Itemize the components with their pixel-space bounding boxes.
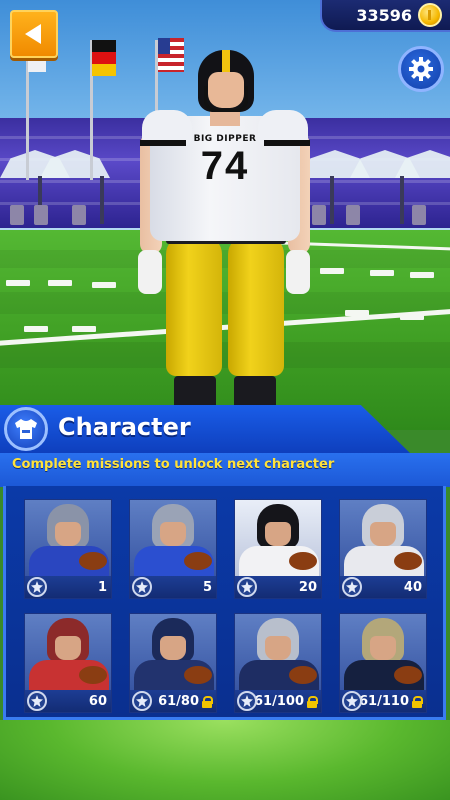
character-face xyxy=(265,636,291,660)
character-card[interactable]: 5 xyxy=(129,499,217,599)
level-badge-icon xyxy=(342,577,362,597)
back-arrow-icon xyxy=(25,24,41,44)
character-requirement-value: 61/100 xyxy=(254,693,304,709)
shirt-icon xyxy=(4,407,48,451)
level-badge-icon xyxy=(237,577,257,597)
character-card[interactable]: 61/100 xyxy=(234,613,322,713)
jersey-number: 74 xyxy=(200,144,250,188)
lock-icon xyxy=(202,695,213,708)
character-requirement-value: 20 xyxy=(298,579,317,595)
character-face xyxy=(370,522,396,546)
character-requirement-value: 61/80 xyxy=(158,693,199,709)
character-face xyxy=(265,522,291,546)
character-card[interactable]: 61/110 xyxy=(339,613,427,713)
player-character: BIG DIPPER 74 xyxy=(138,46,310,426)
football-icon xyxy=(394,666,422,684)
character-grid: 1 5 20 40 60 61/80 61/100 61/110 xyxy=(24,499,427,713)
character-panel-header: Character Complete missions to unlock ne… xyxy=(0,393,450,487)
coin-icon xyxy=(418,3,442,27)
gear-icon xyxy=(409,57,433,81)
panel-title: Character xyxy=(58,413,191,441)
lock-icon xyxy=(412,695,423,708)
character-requirement-value: 5 xyxy=(202,579,212,595)
football-icon xyxy=(289,552,317,570)
character-face xyxy=(55,636,81,660)
settings-button[interactable] xyxy=(398,46,444,92)
character-card[interactable]: 60 xyxy=(24,613,112,713)
character-card[interactable]: 40 xyxy=(339,499,427,599)
germany-flag xyxy=(92,40,116,76)
coin-counter: 33596 xyxy=(320,0,450,32)
character-requirement-value: 1 xyxy=(97,579,107,595)
level-badge-icon xyxy=(132,577,152,597)
character-face xyxy=(160,636,186,660)
level-badge-icon xyxy=(132,691,152,711)
character-card[interactable]: 61/80 xyxy=(129,613,217,713)
panel-subtitle: Complete missions to unlock next charact… xyxy=(12,457,335,472)
lock-icon xyxy=(307,695,318,708)
level-badge-icon xyxy=(237,691,257,711)
character-face xyxy=(370,636,396,660)
bottom-field xyxy=(0,720,450,800)
character-face xyxy=(160,522,186,546)
coin-count: 33596 xyxy=(356,5,412,25)
character-face xyxy=(55,522,81,546)
character-requirement-value: 40 xyxy=(403,579,422,595)
player-jersey: BIG DIPPER 74 xyxy=(140,110,310,241)
football-icon xyxy=(289,666,317,684)
jersey-brand: BIG DIPPER xyxy=(193,134,257,144)
character-requirement-value: 61/110 xyxy=(359,693,409,709)
character-grid-panel: 1 5 20 40 60 61/80 61/100 61/110 xyxy=(3,486,446,720)
back-button[interactable] xyxy=(10,10,58,58)
character-card[interactable]: 20 xyxy=(234,499,322,599)
flag xyxy=(28,56,46,72)
level-badge-icon xyxy=(27,577,47,597)
football-icon xyxy=(394,552,422,570)
football-icon xyxy=(184,666,212,684)
level-badge-icon xyxy=(27,691,47,711)
character-requirement-value: 60 xyxy=(88,693,107,709)
character-card[interactable]: 1 xyxy=(24,499,112,599)
football-icon xyxy=(79,552,107,570)
football-icon xyxy=(79,666,107,684)
level-badge-icon xyxy=(342,691,362,711)
football-icon xyxy=(184,552,212,570)
